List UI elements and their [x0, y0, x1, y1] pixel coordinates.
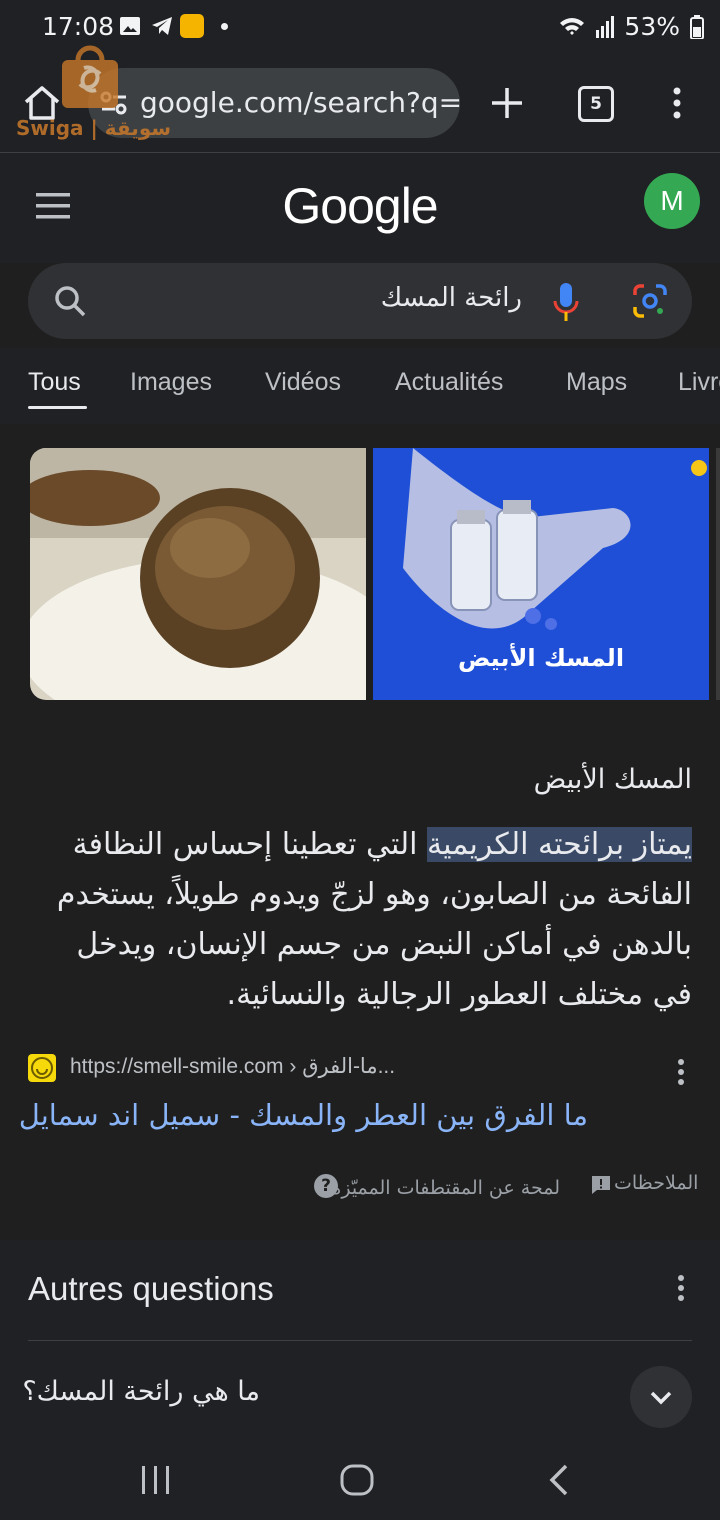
recent-apps-icon[interactable]: [140, 1466, 172, 1494]
image-results-row: المسك الأبيض: [0, 424, 720, 729]
image-caption: المسك الأبيض: [457, 644, 625, 672]
more-notifications-icon: [221, 23, 228, 30]
back-icon[interactable]: [548, 1464, 570, 1496]
site-favicon-icon: [28, 1054, 56, 1082]
tab-news[interactable]: Actualités: [395, 368, 503, 397]
google-lens-icon[interactable]: [632, 283, 668, 319]
feedback-link[interactable]: الملاحظات: [614, 1172, 698, 1194]
signal-icon: [596, 15, 615, 38]
home-nav-icon[interactable]: [340, 1464, 374, 1496]
new-tab-icon[interactable]: [490, 86, 524, 120]
result-title-link[interactable]: ما الفرق بين العطر والمسك - سميل اند سما…: [19, 1098, 588, 1132]
chevron-down-icon: [650, 1391, 672, 1405]
people-also-ask: Autres questions ما هي رائحة المسك؟: [0, 1240, 720, 1438]
tab-videos[interactable]: Vidéos: [265, 368, 341, 397]
paa-title: Autres questions: [28, 1270, 274, 1307]
tab-maps[interactable]: Maps: [566, 368, 627, 397]
wifi-icon: [560, 17, 585, 35]
battery-percent: 53%: [624, 12, 680, 41]
battery-icon: [690, 14, 704, 39]
paa-question[interactable]: ما هي رائحة المسك؟: [22, 1376, 260, 1407]
tab-images[interactable]: Images: [130, 368, 212, 397]
paa-more-icon[interactable]: [676, 1274, 686, 1302]
snippet-body: يمتاز برائحته الكريمية التي تعطينا إحساس…: [28, 820, 692, 1020]
active-tab-indicator: [28, 406, 87, 409]
google-header: Google M: [0, 153, 720, 263]
search-tabs: Tous Images Vidéos Actualités Maps Livre…: [0, 348, 720, 424]
search-icon[interactable]: [54, 285, 86, 317]
app-notification-icon: [180, 14, 204, 38]
paa-expand-button[interactable]: [630, 1366, 692, 1428]
voice-search-icon[interactable]: [552, 281, 580, 323]
telegram-notification-icon: [152, 17, 172, 35]
about-snippets-link[interactable]: لمحة عن المقتطفات المميّزة: [310, 1172, 560, 1204]
google-logo[interactable]: Google: [0, 177, 720, 235]
snippet-title: المسك الأبيض: [533, 764, 692, 795]
status-time: 17:08: [42, 12, 115, 41]
system-nav-bar: [0, 1438, 720, 1520]
url-text[interactable]: google.com/search?q=: [140, 86, 460, 119]
search-query[interactable]: رائحة المسك: [381, 283, 522, 313]
source-url[interactable]: https://smell-smile.com › ما-الفرق...: [70, 1054, 395, 1079]
feedback-icon[interactable]: [590, 1174, 612, 1196]
image-result-musk-pod[interactable]: [30, 448, 366, 700]
watermark-logo-icon: [62, 45, 118, 108]
tab-all[interactable]: Tous: [28, 368, 81, 397]
account-avatar[interactable]: M: [644, 173, 700, 229]
tab-switcher-button[interactable]: 5: [578, 86, 614, 122]
search-box[interactable]: رائحة المسك: [28, 263, 692, 339]
more-menu-icon[interactable]: [670, 86, 684, 120]
image-result-white-musk[interactable]: المسك الأبيض: [373, 448, 709, 700]
featured-snippet: المسك الأبيض يمتاز برائحته الكريمية التي…: [0, 728, 720, 1228]
snippet-highlight: يمتاز برائحته الكريمية: [427, 827, 692, 862]
watermark-text: Swiga | سويقة: [16, 116, 172, 140]
image-result-partial[interactable]: [716, 448, 720, 700]
result-more-icon[interactable]: [676, 1058, 686, 1086]
tab-books[interactable]: Livres: [678, 368, 720, 397]
divider: [28, 1340, 692, 1341]
gallery-notification-icon: [120, 17, 140, 35]
